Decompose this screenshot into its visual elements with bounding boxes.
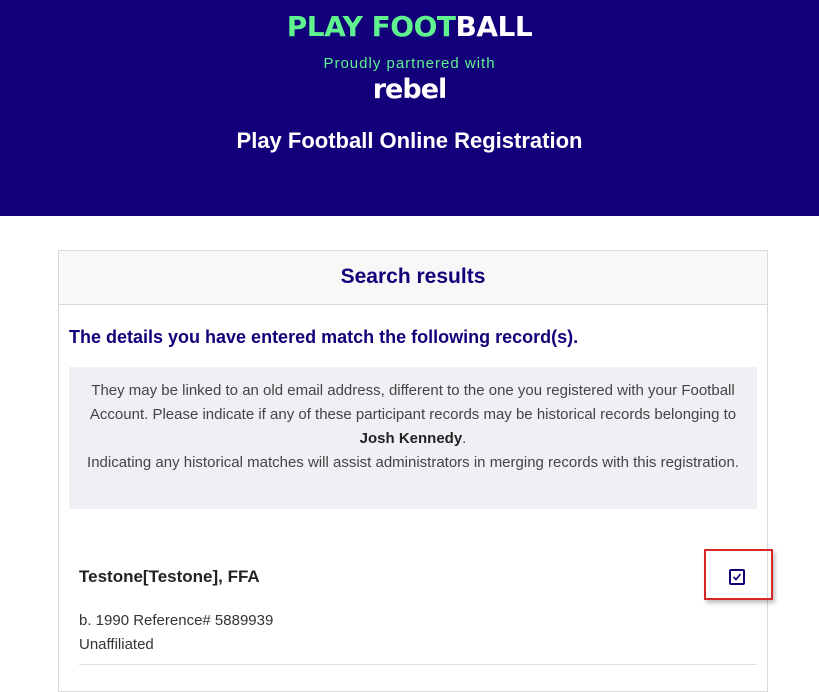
logo-text-green: PLAY FOOT (286, 10, 456, 43)
record-details: b. 1990 Reference# 5889939 Unaffiliated (79, 609, 273, 657)
record-name: Testone[Testone], FFA (79, 567, 260, 586)
record-divider (79, 664, 757, 665)
panel-title: Search results (340, 265, 486, 288)
info-text-end: . (462, 430, 467, 447)
info-text: They may be linked to an old email addre… (89, 382, 737, 423)
site-header: PLAY FOOTBALL Proudly partnered with reb… (0, 0, 819, 216)
record-match-checkbox[interactable] (729, 569, 745, 585)
panel-header: Search results (59, 251, 767, 305)
record-birth-reference: b. 1990 Reference# 5889939 (79, 612, 274, 629)
page-title: Play Football Online Registration (236, 128, 583, 153)
play-football-logo: PLAY FOOTBALL (0, 10, 819, 43)
rebel-logo: rebel (372, 74, 448, 105)
match-heading: The details you have entered match the f… (69, 327, 579, 347)
info-box: They may be linked to an old email addre… (69, 367, 757, 509)
info-text-secondary: Indicating any historical matches will a… (87, 454, 739, 471)
search-results-panel: Search results The details you have ente… (58, 250, 768, 692)
participant-name: Josh Kennedy (359, 430, 463, 447)
record-affiliation: Unaffiliated (79, 636, 154, 653)
partner-tagline: Proudly partnered with (323, 55, 496, 72)
logo-text-white: BALL (455, 10, 533, 43)
check-icon (732, 573, 742, 581)
